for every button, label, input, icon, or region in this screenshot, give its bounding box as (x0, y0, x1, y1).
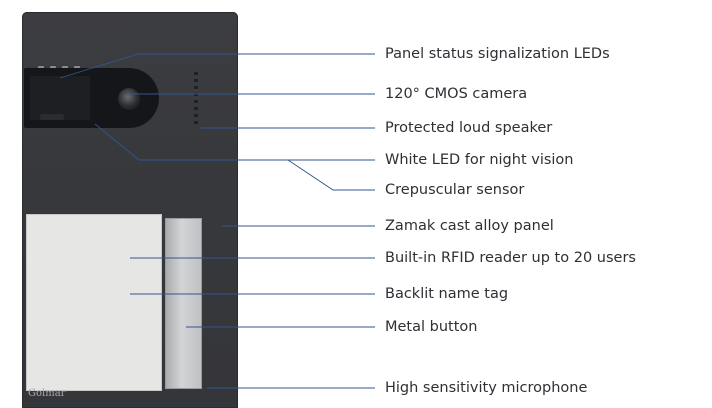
label-name-tag: Backlit name tag (385, 286, 509, 302)
label-rfid: Built-in RFID reader up to 20 users (385, 250, 636, 266)
leader-status-leds (59, 53, 139, 79)
label-button: Metal button (385, 319, 478, 335)
label-camera: 120° CMOS camera (385, 86, 528, 102)
label-microphone: High sensitivity microphone (385, 380, 588, 396)
label-crepuscular: Crepuscular sensor (385, 182, 525, 198)
leader-night-led (94, 123, 375, 161)
label-panel: Zamak cast alloy panel (385, 218, 554, 234)
leader-crepuscular (287, 159, 375, 191)
label-speaker: Protected loud speaker (385, 120, 553, 136)
panel-diagram: Golmar Panel status signalization LEDs 1… (0, 0, 712, 408)
label-night-led: White LED for night vision (385, 152, 574, 168)
label-status-leds: Panel status signalization LEDs (385, 46, 610, 62)
